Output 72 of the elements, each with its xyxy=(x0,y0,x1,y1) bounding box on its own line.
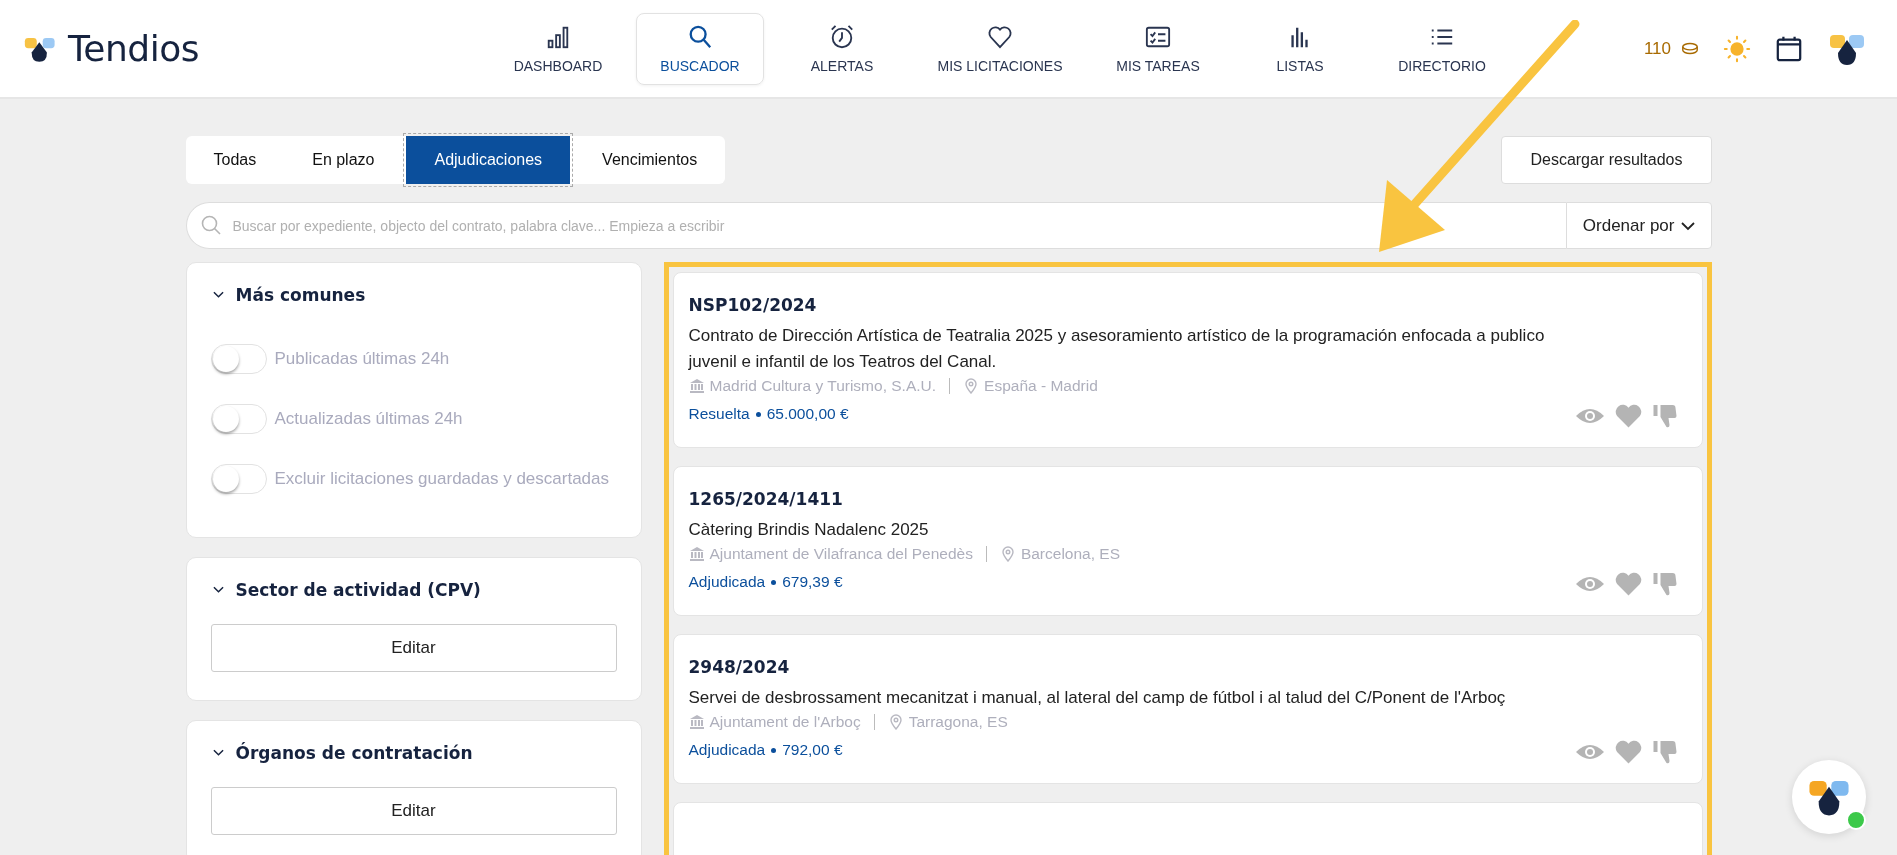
nav-tab[interactable]: MIS LICITACIONES xyxy=(920,12,1080,85)
organization-name: Ajuntament de Vilafranca del Penedès xyxy=(709,545,973,563)
edit-button[interactable]: Editar xyxy=(210,787,617,835)
search-icon xyxy=(687,23,713,50)
location-name: Tarragona, ES xyxy=(908,713,1008,731)
filter-tab[interactable]: Vencimientos xyxy=(574,136,726,184)
heart-icon[interactable] xyxy=(1614,403,1642,429)
thumbs-down-icon[interactable] xyxy=(1651,403,1679,429)
filter-tab[interactable]: Adjudicaciones xyxy=(406,136,571,184)
location-pin-icon xyxy=(963,378,980,394)
alarm-clock-icon xyxy=(829,23,855,50)
thumbs-down-icon[interactable] xyxy=(1651,571,1679,597)
building-icon xyxy=(688,546,705,562)
toggle-label: Publicadas últimas 24h xyxy=(274,349,450,369)
organization-name: Ajuntament de l'Arboç xyxy=(709,713,861,731)
chevron-down-icon[interactable] xyxy=(212,749,224,757)
result-card[interactable]: 2948/2024 Servei de desbrossament mecanitzat i manual, al lateral del camp de fútbol i al talud del C/Ponent de l'Arboç Ajuntament de l'Arboç Tarragona, ES Adjudicada 792,00 € xyxy=(672,634,1703,784)
result-description: Servei de desbrossament mecanitzat i manual, al lateral del camp de fútbol i al talud del C/Ponent de l'Arboç xyxy=(688,687,1507,709)
result-card[interactable] xyxy=(672,272,1703,448)
nav-tab[interactable]: MIS TAREAS xyxy=(1094,12,1222,85)
amount-value: 65.000,00 € xyxy=(766,405,849,423)
chevron-down-icon[interactable] xyxy=(212,586,224,594)
amount-value: 792,00 € xyxy=(782,741,843,759)
result-description: Càtering Brindis Nadalenc 2025 xyxy=(688,519,930,541)
edit-button[interactable]: Editar xyxy=(210,624,617,672)
heart-icon[interactable] xyxy=(1614,571,1642,597)
nav-tab[interactable]: DASHBOARD xyxy=(494,12,622,85)
nav-tab[interactable]: DIRECTORIO xyxy=(1378,12,1506,85)
toggle-label: Excluir licitaciones guardadas y descartadas xyxy=(274,469,609,489)
sun-icon[interactable] xyxy=(1723,34,1751,63)
filter-title[interactable]: Sector de actividad (CPV) xyxy=(235,580,481,600)
result-id: NSP102/2024 xyxy=(688,295,818,315)
location-pin-icon xyxy=(999,546,1016,562)
amount-value: 679,39 € xyxy=(782,573,843,591)
result-id: 2948/2024 xyxy=(688,657,791,677)
heart-icon xyxy=(987,23,1013,50)
search-field[interactable]: Buscar por expediente, objecto del contrato, palabra clave... Empieza a escribir xyxy=(185,202,1566,249)
toggle-label: Actualizadas últimas 24h xyxy=(274,409,463,429)
result-description: Contrato de Dirección Artística de Teatralia 2025 y asesoramiento artístico de la programación enfocada a publico juvenil e infantil de los Teatros del Canal. xyxy=(688,325,1546,373)
status-label: Adjudicada xyxy=(688,573,766,591)
coin-stack-icon xyxy=(1681,42,1699,55)
credits-count: 110 xyxy=(1643,38,1671,59)
nav-tab[interactable]: LISTAS xyxy=(1236,12,1364,85)
status-label: Adjudicada xyxy=(688,741,766,759)
result-id: 1265/2024/1411 xyxy=(688,489,844,509)
filter-tab[interactable]: En plazo xyxy=(284,136,403,184)
nav-tab[interactable]: BUSCADOR xyxy=(636,12,764,85)
download-button[interactable]: Descargar resultados xyxy=(1501,136,1712,184)
nav-tab[interactable]: ALERTAS xyxy=(778,12,906,85)
filter-title[interactable]: Más comunes xyxy=(235,285,366,305)
status-label: Resuelta xyxy=(688,405,750,423)
filter-title[interactable]: Órganos de contratación xyxy=(235,743,473,763)
toggle-switch[interactable] xyxy=(210,404,267,434)
chevron-down-icon xyxy=(1680,220,1695,231)
sort-button[interactable]: Ordenar por xyxy=(1565,202,1712,249)
calendar-icon[interactable] xyxy=(1775,34,1803,63)
toggle-switch[interactable] xyxy=(210,464,267,494)
filter-tab[interactable]: Todas xyxy=(185,136,285,184)
thumbs-down-icon[interactable] xyxy=(1651,739,1679,765)
building-icon xyxy=(688,378,705,394)
organization-name: Madrid Cultura y Turismo, S.A.U. xyxy=(709,377,937,395)
location-name: Barcelona, ES xyxy=(1020,545,1120,563)
building-icon xyxy=(688,714,705,730)
heart-icon[interactable] xyxy=(1614,739,1642,765)
location-name: España - Madrid xyxy=(984,377,1098,395)
online-status-dot xyxy=(1846,810,1866,830)
brand-name: Tendios xyxy=(68,28,199,69)
result-card[interactable]: 1265/2024/1411 Càtering Brindis Nadalenc 2025 Ajuntament de Vilafranca del Penedès Barcelona, ES Adjudicada 679,39 € xyxy=(672,466,1703,616)
chevron-down-icon[interactable] xyxy=(212,291,224,299)
chat-button[interactable] xyxy=(1792,760,1866,834)
location-pin-icon xyxy=(887,714,904,730)
toggle-switch[interactable] xyxy=(210,344,267,374)
